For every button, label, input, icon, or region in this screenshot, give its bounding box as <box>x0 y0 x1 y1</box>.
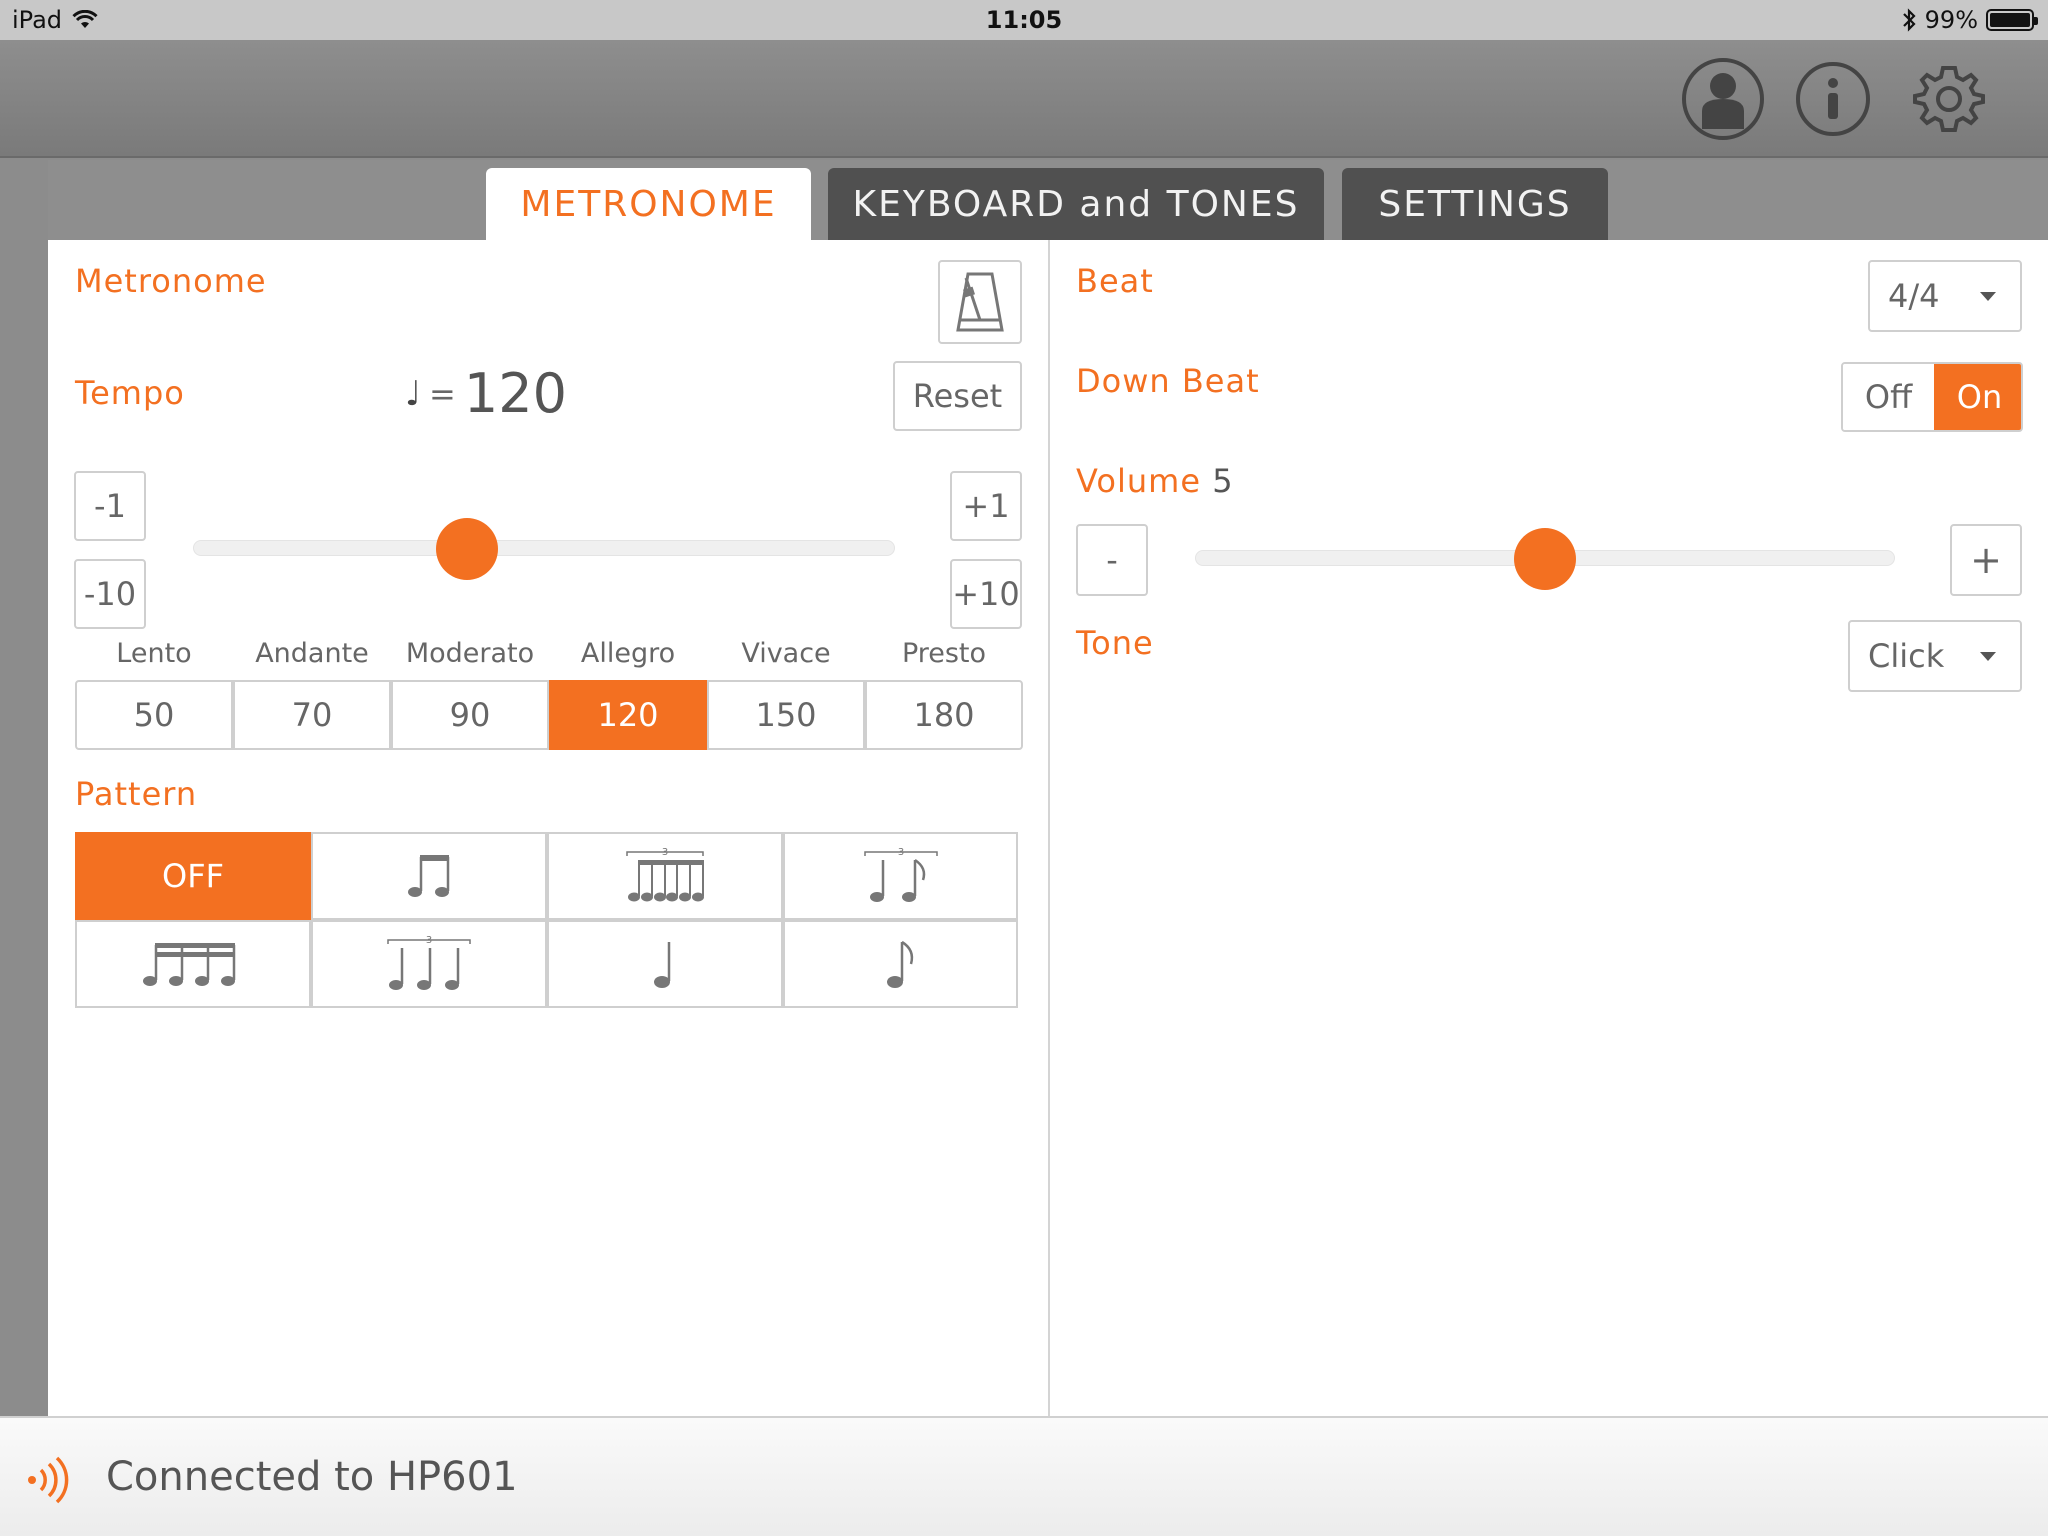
down-beat-toggle[interactable]: Off On <box>1841 362 2023 432</box>
tempo-reset-button[interactable]: Reset <box>893 361 1022 431</box>
down-beat-off-option[interactable]: Off <box>1843 364 1934 430</box>
preset-name-allegro: Allegro <box>580 638 676 669</box>
metronome-icon <box>956 272 1004 332</box>
pattern-two-eighths-button[interactable] <box>311 832 547 920</box>
battery-percent: 99% <box>1924 6 1978 34</box>
gear-icon[interactable] <box>1908 58 1990 140</box>
preset-name-andante: Andante <box>255 638 369 669</box>
tempo-display: ♩ = 120 <box>405 362 567 425</box>
volume-slider-thumb[interactable] <box>1514 528 1576 590</box>
tab-settings[interactable]: SETTINGS <box>1342 168 1608 240</box>
tempo-plus-10-button[interactable]: +10 <box>950 559 1022 629</box>
pattern-eighth-button[interactable] <box>783 920 1018 1008</box>
tab-bar: METRONOME KEYBOARD and TONES SETTINGS <box>48 160 2048 240</box>
tempo-value: 120 <box>463 362 567 425</box>
battery-icon <box>1986 9 2038 31</box>
tab-metronome[interactable]: METRONOME <box>486 168 811 240</box>
volume-value: 5 <box>1212 462 1234 500</box>
preset-button-70[interactable]: 70 <box>233 680 391 750</box>
preset-name-moderato: Moderato <box>405 638 535 669</box>
volume-plus-button[interactable]: + <box>1950 524 2022 596</box>
preset-button-150[interactable]: 150 <box>707 680 865 750</box>
svg-text:3: 3 <box>897 847 903 858</box>
beat-label: Beat <box>1076 262 1154 300</box>
eighth-note-icon <box>886 940 913 988</box>
connection-bar: Connected to HP601 <box>0 1416 2048 1536</box>
pattern-label: Pattern <box>75 775 198 813</box>
eighth-triplet-icon: 3 <box>626 847 704 902</box>
tone-value: Click <box>1868 637 1945 675</box>
tone-dropdown[interactable]: Click <box>1848 620 2022 692</box>
tone-label: Tone <box>1076 624 1154 662</box>
pattern-swing-button[interactable]: 3 <box>783 832 1018 920</box>
app-header <box>0 40 2048 158</box>
tempo-slider-thumb[interactable] <box>435 518 498 580</box>
pattern-eighth-triplet-button[interactable]: 3 <box>547 832 783 920</box>
quarter-note-pattern-icon <box>654 942 671 988</box>
tempo-minus-1-button[interactable]: -1 <box>74 471 146 541</box>
tempo-plus-1-button[interactable]: +1 <box>950 471 1022 541</box>
volume-label: Volume <box>1076 462 1202 500</box>
four-sixteenths-icon <box>143 943 236 986</box>
connection-status: Connected to HP601 <box>106 1454 518 1500</box>
pattern-quarter-button[interactable] <box>547 920 783 1008</box>
quarter-triplet-icon: 3 <box>387 935 471 990</box>
preset-name-lento: Lento <box>116 638 192 669</box>
chevron-down-icon <box>1980 292 1996 301</box>
account-icon[interactable] <box>1682 58 1764 140</box>
preset-button-90[interactable]: 90 <box>391 680 549 750</box>
tab-keyboard-and-tones[interactable]: KEYBOARD and TONES <box>828 168 1324 240</box>
svg-text:3: 3 <box>426 935 432 946</box>
tempo-minus-10-button[interactable]: -10 <box>74 559 146 629</box>
metronome-title: Metronome <box>75 262 267 300</box>
swing-triplet-icon: 3 <box>863 847 938 902</box>
down-beat-on-option[interactable]: On <box>1934 364 2021 430</box>
volume-minus-button[interactable]: - <box>1076 524 1148 596</box>
preset-button-180[interactable]: 180 <box>865 680 1023 750</box>
preset-name-presto: Presto <box>901 638 987 669</box>
tempo-label: Tempo <box>75 374 185 412</box>
panel-divider <box>1048 240 1050 1416</box>
tempo-equals: = <box>429 374 456 413</box>
preset-button-120[interactable]: 120 <box>549 680 707 750</box>
pattern-off-button[interactable]: OFF <box>75 832 311 920</box>
pattern-four-sixteenths-button[interactable] <box>75 920 311 1008</box>
volume-heading: Volume 5 <box>1076 462 1234 500</box>
preset-button-50[interactable]: 50 <box>75 680 233 750</box>
beat-dropdown[interactable]: 4/4 <box>1868 260 2022 332</box>
chevron-down-icon <box>1980 652 1996 661</box>
svg-text:3: 3 <box>662 847 668 858</box>
status-bar: iPad 11:05 99% <box>0 0 2048 40</box>
connection-signal-icon <box>28 1456 69 1504</box>
status-time: 11:05 <box>985 6 1063 34</box>
info-icon[interactable] <box>1796 62 1870 136</box>
pattern-quarter-triplet-button[interactable]: 3 <box>311 920 547 1008</box>
two-eighths-icon <box>408 855 450 897</box>
bluetooth-icon <box>1902 8 1916 32</box>
quarter-note-icon: ♩ <box>405 373 422 414</box>
metronome-start-button[interactable] <box>938 260 1022 344</box>
down-beat-label: Down Beat <box>1076 362 1260 400</box>
preset-name-vivace: Vivace <box>741 638 831 669</box>
tempo-slider-track[interactable] <box>193 540 895 556</box>
beat-value: 4/4 <box>1888 277 1940 315</box>
